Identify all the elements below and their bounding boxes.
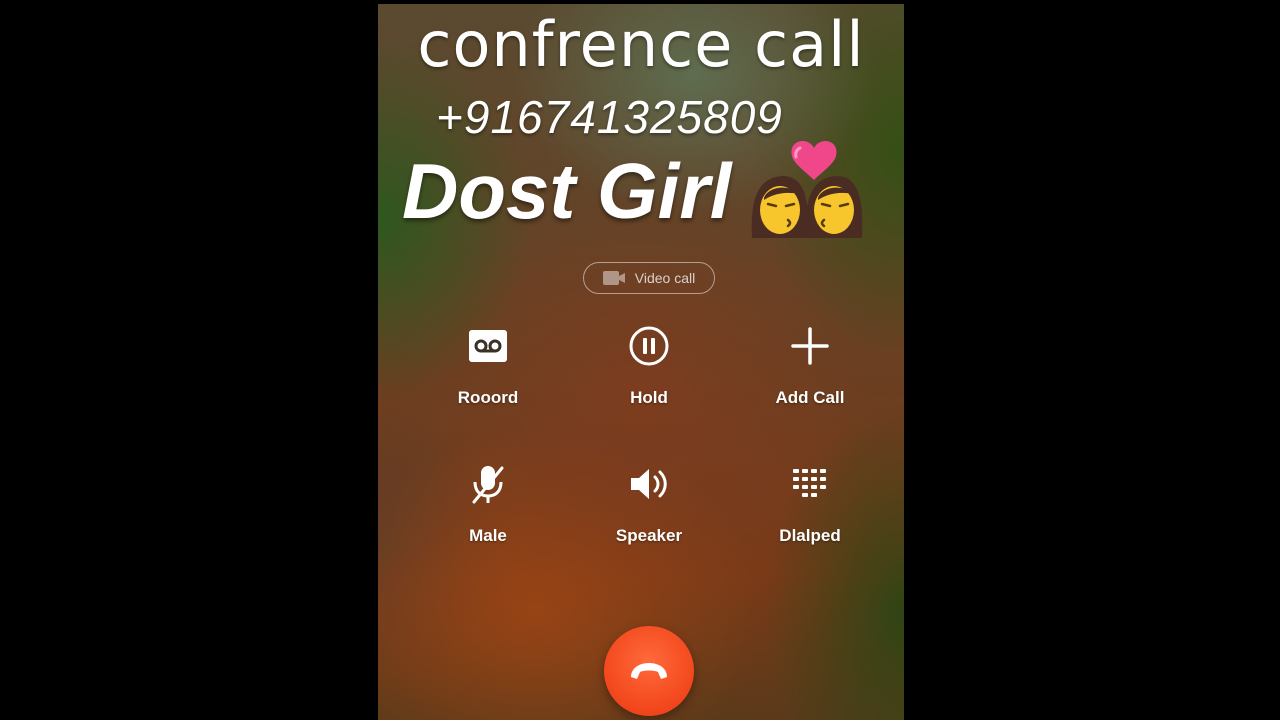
hold-button[interactable]: Hold xyxy=(579,324,719,408)
mute-label: Male xyxy=(469,526,507,545)
end-call-icon xyxy=(631,663,667,679)
caller-name: Dost Girl xyxy=(402,147,732,235)
video-camera-icon xyxy=(602,271,625,285)
speaker-button[interactable]: Speaker xyxy=(579,462,719,546)
speaker-label: Speaker xyxy=(615,526,683,545)
dialpad-label: Dlalped xyxy=(779,526,841,545)
record-button[interactable]: Rooord xyxy=(418,324,558,408)
end-call-button[interactable] xyxy=(604,626,694,716)
add-call-button[interactable]: Add Call xyxy=(740,324,880,408)
dialpad-button[interactable]: Dlalped xyxy=(740,462,880,546)
overlay-title: confrence call xyxy=(417,8,865,81)
mute-button[interactable]: Male xyxy=(418,462,558,546)
record-icon xyxy=(469,330,507,362)
record-label: Rooord xyxy=(457,388,519,407)
call-screen: confrence call +916741325809 Dost Girl V… xyxy=(378,4,904,720)
video-call-label: Video call xyxy=(634,270,696,286)
dialpad-icon xyxy=(793,469,826,497)
caller-number: +916741325809 xyxy=(436,91,783,143)
mute-mic-icon xyxy=(472,466,504,504)
pause-icon xyxy=(629,326,669,366)
speaker-icon xyxy=(631,469,667,499)
plus-icon xyxy=(791,327,829,365)
add-call-label: Add Call xyxy=(775,388,845,407)
video-call-button[interactable]: Video call xyxy=(583,262,715,294)
hold-label: Hold xyxy=(630,388,668,407)
couple-kissing-emoji-icon xyxy=(751,141,863,238)
